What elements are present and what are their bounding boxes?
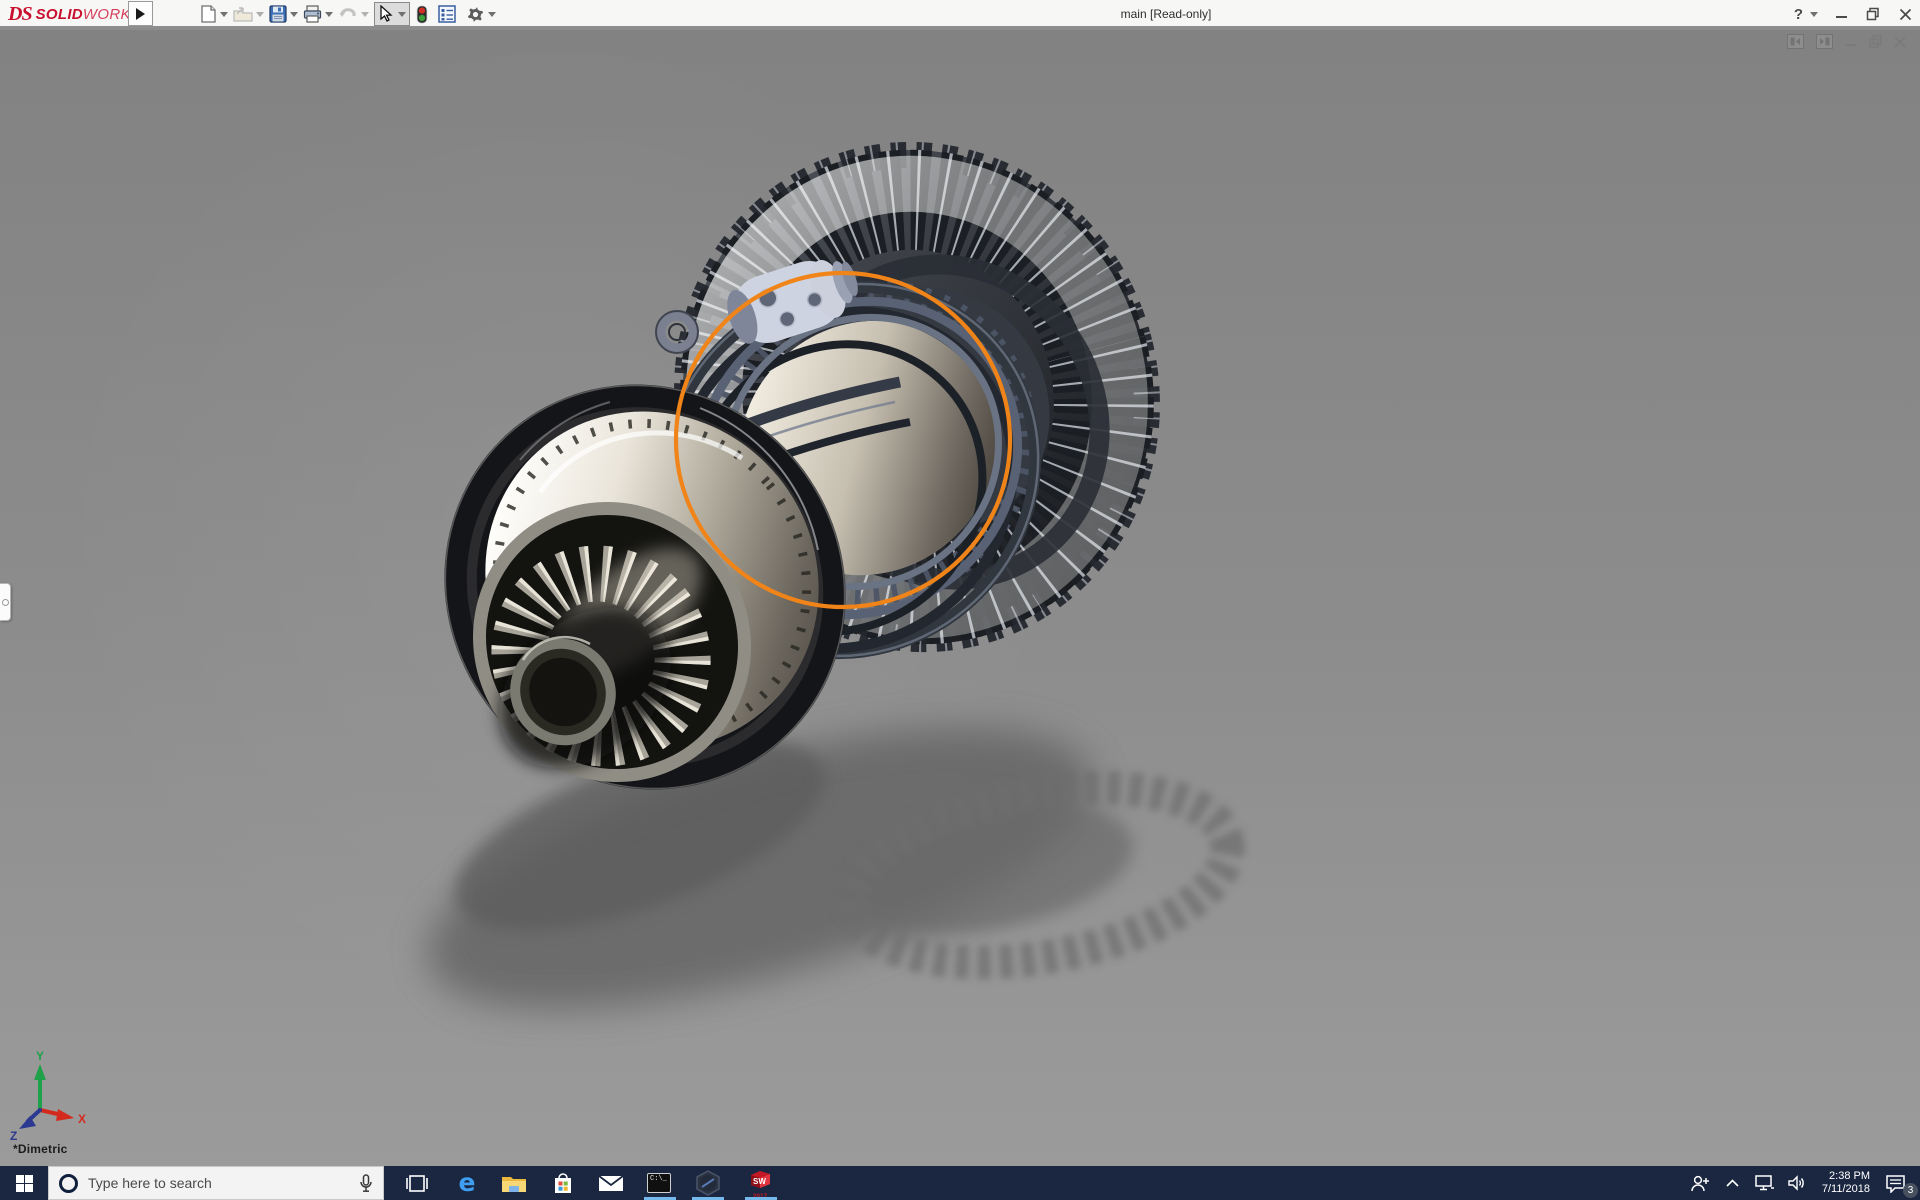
undo-button[interactable] — [338, 5, 369, 23]
undo-dropdown-icon[interactable] — [361, 12, 369, 17]
feature-panel-collapsed-tab[interactable] — [0, 583, 11, 621]
chevron-up-icon — [1726, 1179, 1739, 1187]
minimize-button[interactable] — [1832, 5, 1850, 23]
taskbar-mail[interactable] — [588, 1166, 634, 1200]
windows-logo-icon — [16, 1175, 33, 1192]
taskbar-command-prompt[interactable]: C:\_ — [636, 1166, 682, 1200]
hexagon-app-icon — [695, 1170, 721, 1196]
search-input[interactable] — [88, 1175, 359, 1191]
people-button[interactable] — [1683, 1166, 1717, 1200]
clock[interactable]: 2:38 PM 7/11/2018 — [1814, 1170, 1878, 1196]
tray-date: 7/11/2018 — [1822, 1183, 1870, 1196]
triad-y-label: Y — [36, 1049, 44, 1063]
notification-badge: 3 — [1903, 1183, 1918, 1198]
display-report-button[interactable] — [438, 5, 456, 23]
triad-x-label: X — [78, 1112, 86, 1126]
new-document-icon — [200, 5, 217, 23]
restore-button[interactable] — [1864, 5, 1882, 23]
view-orientation-label: *Dimetric — [13, 1142, 68, 1156]
mail-icon — [598, 1174, 624, 1193]
options-dropdown-icon[interactable] — [488, 12, 496, 17]
task-view-icon — [406, 1174, 428, 1193]
help-dropdown-icon[interactable] — [1810, 12, 1818, 17]
gear-icon — [466, 5, 485, 24]
command-prompt-icon: C:\_ — [647, 1173, 671, 1193]
open-button[interactable] — [233, 5, 264, 23]
select-tool-button[interactable] — [374, 2, 410, 26]
close-button[interactable] — [1896, 5, 1914, 23]
taskbar-file-explorer[interactable] — [491, 1166, 537, 1200]
open-dropdown-icon[interactable] — [256, 12, 264, 17]
engine-model-scene: Y X Z — [0, 30, 1920, 1166]
store-icon — [551, 1171, 575, 1195]
select-dropdown-icon[interactable] — [398, 12, 406, 17]
open-icon — [233, 5, 253, 23]
start-button[interactable] — [0, 1166, 48, 1200]
tray-time: 2:38 PM — [1822, 1170, 1870, 1183]
new-document-button[interactable] — [200, 5, 228, 23]
network-icon — [1755, 1175, 1774, 1191]
child-restore-button[interactable] — [1869, 35, 1882, 48]
taskbar: e C:\_ — [0, 1166, 1920, 1200]
task-view-button[interactable] — [394, 1166, 440, 1200]
menu-flyout-button[interactable] — [128, 1, 153, 26]
select-cursor-icon — [378, 5, 393, 23]
document-window-controls — [1787, 34, 1906, 49]
taskbar-search[interactable] — [48, 1166, 384, 1200]
child-minimize-button[interactable] — [1845, 36, 1857, 48]
edge-icon: e — [459, 1171, 476, 1195]
svg-text:SW: SW — [753, 1177, 766, 1186]
child-close-button[interactable] — [1894, 36, 1906, 48]
previous-window-button[interactable] — [1787, 34, 1804, 49]
hidden-icons-button[interactable] — [1717, 1166, 1748, 1200]
taskbar-store[interactable] — [540, 1166, 586, 1200]
document-title: main [Read-only] — [1121, 7, 1212, 21]
action-center-button[interactable]: 3 — [1878, 1166, 1920, 1200]
display-report-icon — [438, 5, 456, 23]
brand-solid-text: SOLID — [36, 6, 83, 23]
save-dropdown-icon[interactable] — [290, 12, 298, 17]
quick-access-toolbar — [200, 0, 501, 28]
help-button[interactable]: ? — [1794, 6, 1818, 23]
people-icon — [1690, 1175, 1710, 1192]
print-button[interactable] — [303, 5, 333, 23]
system-tray: 2:38 PM 7/11/2018 3 — [1683, 1166, 1920, 1200]
taskbar-solidworks[interactable]: SW 2017 — [737, 1166, 783, 1200]
solidworks-logo: DS SOLID WORKS — [8, 3, 141, 25]
taskbar-edge[interactable]: e — [444, 1166, 490, 1200]
microphone-icon[interactable] — [359, 1174, 373, 1193]
volume-button[interactable] — [1781, 1166, 1814, 1200]
next-window-button[interactable] — [1816, 34, 1833, 49]
panel-tab-dot-icon — [2, 599, 9, 606]
triad-z-label: Z — [10, 1129, 17, 1143]
network-button[interactable] — [1748, 1166, 1781, 1200]
speaker-icon — [1788, 1175, 1807, 1191]
undo-icon — [338, 5, 358, 23]
save-icon — [269, 5, 287, 23]
rebuild-button[interactable] — [416, 5, 428, 24]
taskbar-hexagon-app[interactable] — [685, 1166, 731, 1200]
new-dropdown-icon[interactable] — [220, 12, 228, 17]
rebuild-traffic-light-icon — [416, 5, 428, 24]
file-explorer-icon — [501, 1173, 527, 1194]
flyout-arrow-icon — [136, 8, 145, 20]
titlebar: DS SOLID WORKS — [0, 0, 1920, 28]
options-button[interactable] — [466, 5, 496, 24]
print-dropdown-icon[interactable] — [325, 12, 333, 17]
ds-logo-icon: DS — [8, 3, 32, 26]
viewport-3d[interactable]: Y X Z *Dimetric — [0, 30, 1920, 1166]
solidworks-2017-icon: SW 2017 — [747, 1170, 773, 1196]
save-button[interactable] — [269, 5, 298, 23]
cortana-icon[interactable] — [59, 1174, 78, 1193]
window-controls: ? — [1794, 0, 1914, 28]
help-icon: ? — [1794, 6, 1803, 23]
print-icon — [303, 5, 322, 23]
